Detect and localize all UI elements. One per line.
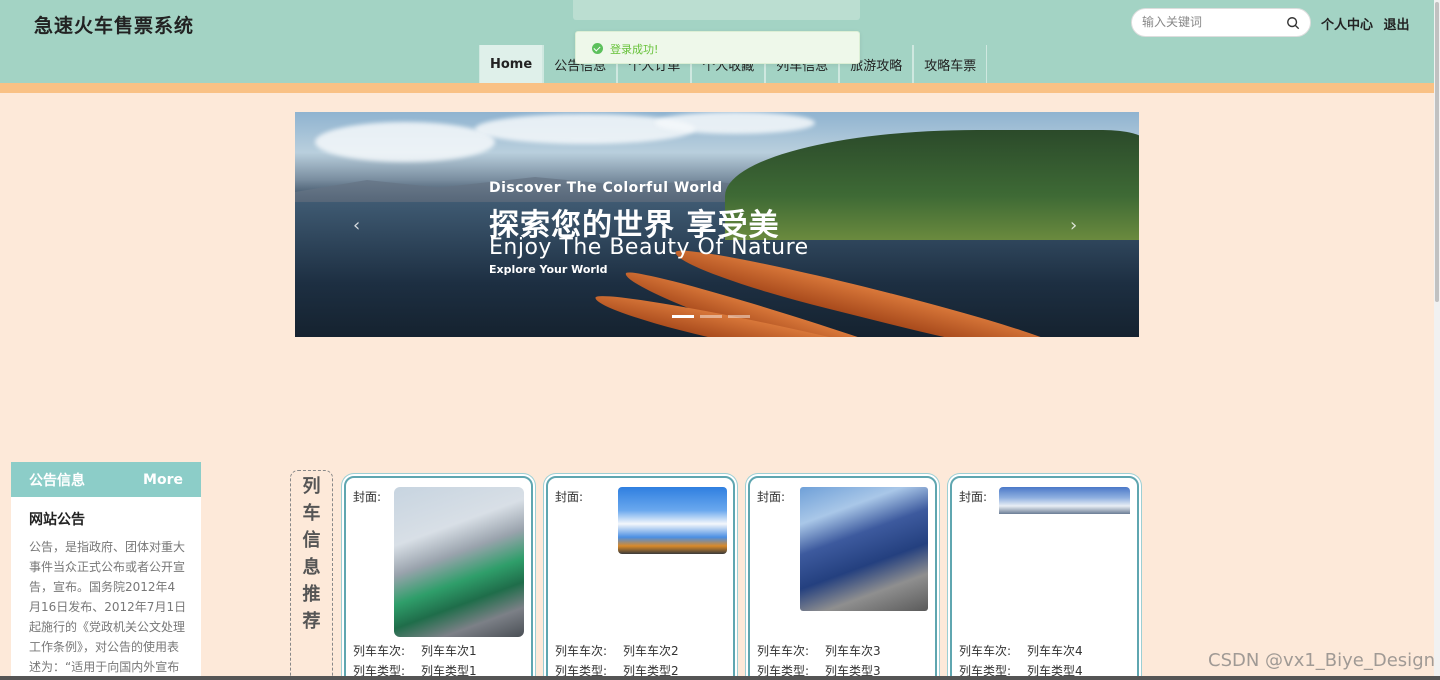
section-title-char: 信 (302, 530, 321, 551)
train-card[interactable]: 封面: 列车车次: 列车车次1 列车类型: 列车类型1 (344, 476, 533, 680)
logout-link[interactable]: 退出 (1384, 18, 1410, 33)
banner-line-3: Enjoy The Beauty Of Nature (489, 235, 809, 260)
notice-more-link[interactable]: More (143, 472, 183, 488)
banner-line-4: Explore Your World (489, 263, 608, 276)
login-success-toast: 登录成功! (575, 31, 860, 64)
card-row-number: 列车车次: 列车车次3 (757, 642, 881, 659)
notice-body: 公告，是指政府、团体对重大事件当众正式公布或者公开宣告，宣布。国务院2012年4… (29, 540, 187, 674)
train-number-value: 列车车次3 (825, 644, 881, 658)
notice-panel: 公告信息 More 网站公告 公告，是指政府、团体对重大事件当众正式公布或者公开… (11, 462, 201, 680)
cover-label: 封面: (555, 490, 584, 504)
bottom-edge-bar (0, 676, 1440, 680)
banner-indicators (672, 315, 750, 318)
card-row-number: 列车车次: 列车车次4 (959, 642, 1083, 659)
section-title-char: 列 (302, 476, 321, 497)
cover-label: 封面: (959, 490, 988, 504)
toast-ghost (573, 0, 860, 20)
card-row-number: 列车车次: 列车车次1 (353, 642, 477, 659)
train-cover-image[interactable] (394, 487, 524, 637)
train-number-label: 列车车次: (353, 644, 406, 658)
banner-cloud (315, 122, 495, 162)
train-cover-image[interactable] (800, 487, 928, 611)
notice-title[interactable]: 网站公告 (29, 509, 201, 529)
success-check-icon (592, 43, 603, 54)
banner-line-1: Discover The Colorful World (489, 180, 723, 196)
card-row-number: 列车车次: 列车车次2 (555, 642, 679, 659)
train-cover-image[interactable] (618, 487, 727, 554)
cover-label: 封面: (353, 490, 382, 504)
train-number-value: 列车车次4 (1027, 644, 1083, 658)
banner-indicator[interactable] (728, 315, 750, 318)
train-number-value: 列车车次1 (421, 644, 477, 658)
train-number-value: 列车车次2 (623, 644, 679, 658)
banner-indicator[interactable] (700, 315, 722, 318)
search-box[interactable] (1131, 8, 1311, 37)
page-scrollbar-thumb[interactable] (1435, 2, 1439, 302)
banner-indicator[interactable] (672, 315, 694, 318)
banner-prev-arrow-icon[interactable]: ‹ (353, 215, 365, 236)
cover-label: 封面: (757, 490, 786, 504)
notice-header: 公告信息 More (11, 462, 201, 497)
search-input[interactable] (1142, 15, 1282, 29)
train-recommend-title: 列 车 信 息 推 荐 (290, 470, 333, 680)
train-card[interactable]: 封面: 列车车次: 列车车次2 列车类型: 列车类型2 (546, 476, 735, 680)
banner-next-arrow-icon[interactable]: › (1070, 215, 1082, 236)
watermark: CSDN @vx1_Biye_Design (1208, 650, 1436, 671)
nav-guide-tickets[interactable]: 攻略车票 (913, 45, 988, 83)
section-title-char: 荐 (302, 611, 321, 632)
train-card[interactable]: 封面: 列车车次: 列车车次4 列车类型: 列车类型4 (950, 476, 1139, 680)
section-title-char: 推 (302, 584, 321, 605)
site-title: 急速火车售票系统 (34, 15, 195, 37)
header-accent-bar (0, 83, 1434, 93)
hero-banner[interactable]: Discover The Colorful World 探索您的世界 享受美 E… (295, 112, 1139, 337)
train-cover-image[interactable] (999, 487, 1130, 514)
train-number-label: 列车车次: (959, 644, 1012, 658)
train-card[interactable]: 封面: 列车车次: 列车车次3 列车类型: 列车类型3 (748, 476, 937, 680)
notice-header-title: 公告信息 (29, 472, 85, 489)
train-number-label: 列车车次: (555, 644, 608, 658)
train-number-label: 列车车次: (757, 644, 810, 658)
nav-home[interactable]: Home (479, 45, 544, 83)
user-links: 个人中心 退出 (1321, 14, 1416, 33)
search-icon[interactable] (1286, 16, 1300, 30)
personal-center-link[interactable]: 个人中心 (1321, 18, 1373, 33)
section-title-char: 车 (302, 503, 321, 524)
toast-message: 登录成功! (610, 43, 659, 56)
section-title-char: 息 (302, 557, 321, 578)
banner-cloud (655, 112, 815, 134)
